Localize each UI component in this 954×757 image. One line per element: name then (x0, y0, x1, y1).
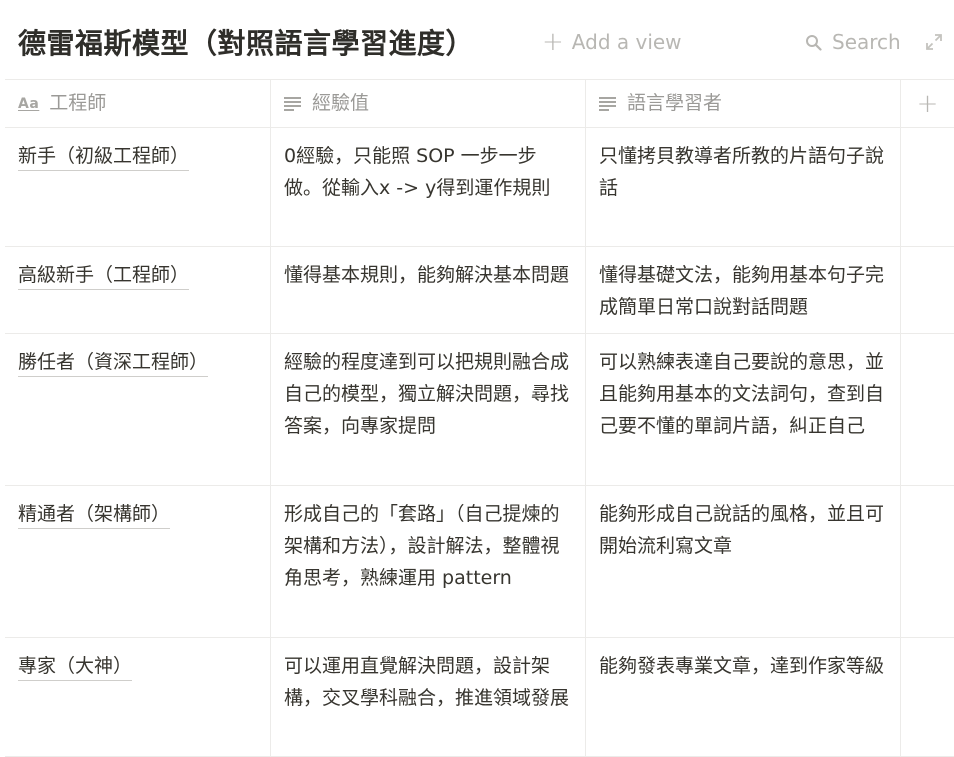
row-title[interactable]: 專家（大神） (18, 655, 133, 681)
expand-icon[interactable] (924, 32, 944, 52)
column-header-label: 經驗值 (312, 92, 370, 114)
cell-text: 形成自己的「套路」（自己提煉的架構和方法），設計解法，整體視角思考，熟練運用 p… (284, 503, 560, 589)
cell-experience[interactable]: 可以運用直覺解決問題，設計架構，交叉學科融合，推進領域發展 (271, 638, 586, 756)
column-header-engineer[interactable]: Aa 工程師 (5, 80, 271, 127)
cell-engineer[interactable]: 高級新手（工程師） (5, 247, 271, 333)
add-column-button[interactable]: + (901, 80, 954, 127)
cell-engineer[interactable]: 勝任者（資深工程師） (5, 334, 271, 485)
cell-empty (901, 334, 954, 485)
cell-text: 只懂拷貝教導者所教的片語句子說話 (599, 145, 885, 199)
table-row[interactable]: 專家（大神） 可以運用直覺解決問題，設計架構，交叉學科融合，推進領域發展 能夠發… (5, 638, 954, 757)
cell-learner[interactable]: 可以熟練表達自己要說的意思，並且能夠用基本的文法詞句，查到自己要不懂的單詞片語，… (586, 334, 901, 485)
aa-icon-text: Aa (18, 95, 40, 112)
cell-empty (901, 486, 954, 637)
table-row[interactable]: 勝任者（資深工程師） 經驗的程度達到可以把規則融合成自己的模型，獨立解決問題，尋… (5, 334, 954, 486)
cell-empty (901, 128, 954, 246)
row-title[interactable]: 勝任者（資深工程師） (18, 351, 209, 377)
cell-empty (901, 638, 954, 756)
cell-text: 能夠發表專業文章，達到作家等級 (599, 655, 885, 677)
table-header: Aa 工程師 經驗值 語言學習者 + (5, 79, 954, 128)
row-title[interactable]: 高級新手（工程師） (18, 264, 190, 290)
cell-text: 0經驗，只能照 SOP 一步一步做。從輸入x -> y得到運作規則 (284, 145, 551, 199)
cell-engineer[interactable]: 新手（初級工程師） (5, 128, 271, 246)
cell-learner[interactable]: 能夠發表專業文章，達到作家等級 (586, 638, 901, 756)
add-view-button[interactable]: + Add a view (542, 27, 682, 57)
cell-text: 懂得基礎文法，能夠用基本句子完成簡單日常口說對話問題 (599, 264, 885, 318)
table-row[interactable]: 高級新手（工程師） 懂得基本規則，能夠解決基本問題 懂得基礎文法，能夠用基本句子… (5, 247, 954, 334)
table-row[interactable]: 精通者（架構師） 形成自己的「套路」（自己提煉的架構和方法），設計解法，整體視角… (5, 486, 954, 638)
page-title: 德雷福斯模型（對照語言學習進度） (18, 27, 475, 60)
search-label: Search (832, 30, 901, 54)
row-title[interactable]: 精通者（架構師） (18, 503, 171, 529)
cell-learner[interactable]: 只懂拷貝教導者所教的片語句子說話 (586, 128, 901, 246)
search-button[interactable]: Search (805, 30, 901, 54)
column-header-label: 工程師 (49, 92, 107, 114)
cell-engineer[interactable]: 精通者（架構師） (5, 486, 271, 637)
text-lines-icon (284, 96, 302, 111)
database-table: Aa 工程師 經驗值 語言學習者 + 新手（初級工程師） 0經驗，只能照 SOP… (5, 79, 954, 757)
cell-empty (901, 247, 954, 333)
title-aa-icon: Aa (18, 97, 39, 111)
cell-experience[interactable]: 懂得基本規則，能夠解決基本問題 (271, 247, 586, 333)
plus-icon: + (916, 88, 939, 119)
search-icon (806, 34, 822, 51)
plus-icon: + (542, 27, 564, 57)
cell-experience[interactable]: 形成自己的「套路」（自己提煉的架構和方法），設計解法，整體視角思考，熟練運用 p… (271, 486, 586, 637)
row-title[interactable]: 新手（初級工程師） (18, 145, 190, 171)
top-bar: 德雷福斯模型（對照語言學習進度） + Add a view Search (0, 0, 954, 84)
cell-text: 能夠形成自己說話的風格，並且可開始流利寫文章 (599, 503, 885, 557)
cell-text: 經驗的程度達到可以把規則融合成自己的模型，獨立解決問題，尋找答案，向專家提問 (284, 351, 570, 437)
cell-text: 可以熟練表達自己要說的意思，並且能夠用基本的文法詞句，查到自己要不懂的單詞片語，… (599, 351, 885, 437)
column-header-experience[interactable]: 經驗值 (271, 80, 586, 127)
cell-text: 可以運用直覺解決問題，設計架構，交叉學科融合，推進領域發展 (284, 655, 570, 709)
cell-experience[interactable]: 0經驗，只能照 SOP 一步一步做。從輸入x -> y得到運作規則 (271, 128, 586, 246)
add-view-label: Add a view (571, 30, 682, 54)
table-row[interactable]: 新手（初級工程師） 0經驗，只能照 SOP 一步一步做。從輸入x -> y得到運… (5, 128, 954, 247)
cell-experience[interactable]: 經驗的程度達到可以把規則融合成自己的模型，獨立解決問題，尋找答案，向專家提問 (271, 334, 586, 485)
cell-learner[interactable]: 懂得基礎文法，能夠用基本句子完成簡單日常口說對話問題 (586, 247, 901, 333)
text-lines-icon (599, 96, 617, 111)
cell-engineer[interactable]: 專家（大神） (5, 638, 271, 756)
column-header-label: 語言學習者 (627, 92, 723, 114)
column-header-learner[interactable]: 語言學習者 (586, 80, 901, 127)
cell-learner[interactable]: 能夠形成自己說話的風格，並且可開始流利寫文章 (586, 486, 901, 637)
cell-text: 懂得基本規則，能夠解決基本問題 (284, 264, 570, 286)
